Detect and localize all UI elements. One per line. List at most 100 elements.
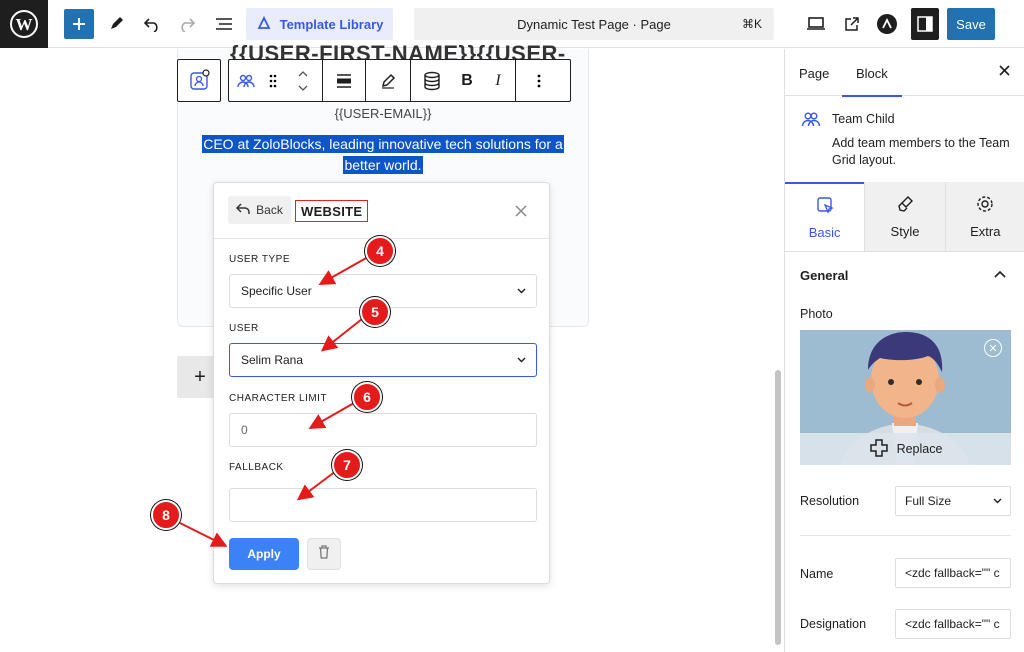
divider bbox=[800, 535, 1011, 536]
chevron-down-icon bbox=[993, 496, 1002, 507]
subtab-style-label: Style bbox=[890, 223, 920, 239]
user-type-label: USER TYPE bbox=[229, 254, 290, 265]
fallback-label: FALLBACK bbox=[229, 462, 284, 473]
svg-text:W: W bbox=[16, 15, 33, 34]
annotation-badge-5: 5 bbox=[360, 297, 390, 327]
chevron-down-icon bbox=[517, 286, 526, 297]
annotation-badge-8: 8 bbox=[151, 500, 181, 530]
user-label: USER bbox=[229, 323, 259, 334]
align-icon[interactable] bbox=[323, 60, 365, 101]
command-shortcut: ⌘K bbox=[741, 17, 762, 31]
character-limit-value: 0 bbox=[241, 423, 248, 437]
member-bio-text[interactable]: CEO at ZoloBlocks, leading innovative te… bbox=[190, 134, 576, 176]
subtab-basic-label: Basic bbox=[808, 224, 841, 240]
trash-icon bbox=[318, 544, 330, 564]
more-group bbox=[516, 60, 562, 101]
subtab-extra-label: Extra bbox=[970, 223, 1001, 239]
annotation-badge-4: 4 bbox=[365, 236, 395, 266]
subtab-style[interactable]: Style bbox=[864, 182, 945, 251]
move-up-down-icon[interactable] bbox=[284, 60, 322, 101]
resolution-select[interactable]: Full Size bbox=[895, 486, 1011, 516]
more-options-icon[interactable] bbox=[516, 60, 562, 101]
replace-label: Replace bbox=[896, 442, 943, 456]
back-arrow-icon bbox=[236, 202, 250, 218]
team-child-icon bbox=[801, 111, 821, 132]
user-type-value: Specific User bbox=[241, 284, 312, 298]
block-title: Team Child bbox=[832, 112, 895, 126]
tab-page[interactable]: Page bbox=[799, 66, 829, 81]
back-button[interactable]: Back bbox=[228, 196, 291, 224]
document-overview-icon[interactable] bbox=[212, 8, 236, 40]
resolution-label: Resolution bbox=[800, 494, 860, 508]
pencil-tool-icon[interactable] bbox=[104, 8, 128, 40]
user-value: Selim Rana bbox=[241, 353, 304, 367]
block-description: Add team members to the Team Grid layout… bbox=[832, 136, 1010, 167]
user-select[interactable]: Selim Rana bbox=[229, 343, 537, 377]
document-title: Dynamic Test Page · Page bbox=[517, 16, 671, 32]
canvas-scrollbar-thumb[interactable] bbox=[775, 370, 781, 645]
member-email-text[interactable]: {{USER-EMAIL}} bbox=[177, 106, 589, 121]
edit-pencil-icon[interactable] bbox=[366, 60, 410, 101]
character-limit-input[interactable]: 0 bbox=[229, 413, 537, 447]
bio-line-1: CEO at ZoloBlocks, leading innovative te… bbox=[202, 135, 564, 153]
chevron-down-icon bbox=[517, 355, 526, 366]
drag-handle-icon[interactable] bbox=[262, 60, 284, 101]
resolution-value: Full Size bbox=[905, 494, 952, 508]
add-block-icon[interactable] bbox=[64, 9, 94, 39]
replace-icon bbox=[869, 438, 889, 461]
save-button[interactable]: Save bbox=[947, 8, 995, 40]
close-icon[interactable] bbox=[515, 201, 527, 222]
character-limit-label: CHARACTER LIMIT bbox=[229, 393, 328, 404]
document-title-bar[interactable]: Dynamic Test Page · Page ⌘K bbox=[414, 8, 774, 40]
fallback-input[interactable] bbox=[229, 488, 537, 522]
template-library-label: Template Library bbox=[279, 16, 384, 32]
popover-title: WEBSITE bbox=[295, 200, 369, 222]
designation-label: Designation bbox=[800, 617, 867, 631]
redo-icon[interactable] bbox=[175, 8, 199, 40]
photo-preview[interactable]: ✕ Replace bbox=[800, 330, 1011, 465]
apply-button[interactable]: Apply bbox=[229, 538, 299, 570]
settings-sidebar-toggle-icon[interactable] bbox=[911, 8, 939, 40]
view-page-external-icon[interactable] bbox=[840, 8, 864, 40]
team-block-icon[interactable] bbox=[229, 60, 262, 101]
name-label: Name bbox=[800, 567, 834, 581]
brush-icon bbox=[896, 195, 914, 216]
format-group: B I bbox=[411, 60, 516, 101]
block-type-group bbox=[229, 60, 323, 101]
bio-line-2: better world. bbox=[343, 156, 423, 174]
italic-button[interactable]: I bbox=[481, 60, 515, 101]
undo-icon[interactable] bbox=[140, 8, 164, 40]
chevron-up-icon[interactable] bbox=[994, 267, 1006, 281]
back-label: Back bbox=[256, 203, 283, 217]
delete-button[interactable] bbox=[307, 538, 341, 570]
popover-header: Back WEBSITE bbox=[214, 183, 549, 239]
subtab-extra[interactable]: Extra bbox=[944, 182, 1024, 251]
sidebar-tabs: Page Block bbox=[785, 49, 1024, 97]
alignment-group bbox=[323, 60, 366, 101]
edit-group bbox=[366, 60, 411, 101]
annotation-badge-7: 7 bbox=[332, 450, 362, 480]
basic-cursor-icon bbox=[816, 196, 834, 217]
dynamic-content-database-icon[interactable] bbox=[411, 60, 453, 101]
general-section-title[interactable]: General bbox=[800, 268, 848, 283]
gear-icon bbox=[976, 195, 994, 216]
designation-input[interactable]: <zdc fallback="" c bbox=[895, 609, 1011, 639]
annotation-badge-6: 6 bbox=[352, 382, 382, 412]
select-parent-block-icon[interactable] bbox=[177, 59, 221, 102]
bold-button[interactable]: B bbox=[453, 60, 481, 101]
close-icon[interactable] bbox=[999, 63, 1010, 81]
subtab-basic[interactable]: Basic bbox=[785, 182, 865, 251]
block-toolbar: B I bbox=[228, 59, 571, 102]
remove-photo-icon[interactable]: ✕ bbox=[984, 339, 1002, 357]
template-library-icon bbox=[256, 15, 272, 34]
template-library-button[interactable]: Template Library bbox=[246, 8, 393, 40]
name-input[interactable]: <zdc fallback="" c bbox=[895, 558, 1011, 588]
tab-block[interactable]: Block bbox=[842, 66, 902, 97]
settings-sidebar: Page Block Team Child Add team members t… bbox=[784, 49, 1024, 652]
settings-subtabs: Basic Style Extra bbox=[785, 182, 1024, 252]
replace-photo-button[interactable]: Replace bbox=[800, 433, 1011, 465]
preview-device-icon[interactable] bbox=[804, 8, 828, 40]
plugin-logo-icon[interactable] bbox=[875, 8, 899, 40]
photo-label: Photo bbox=[800, 307, 833, 321]
wordpress-logo-icon[interactable]: W bbox=[0, 0, 48, 48]
